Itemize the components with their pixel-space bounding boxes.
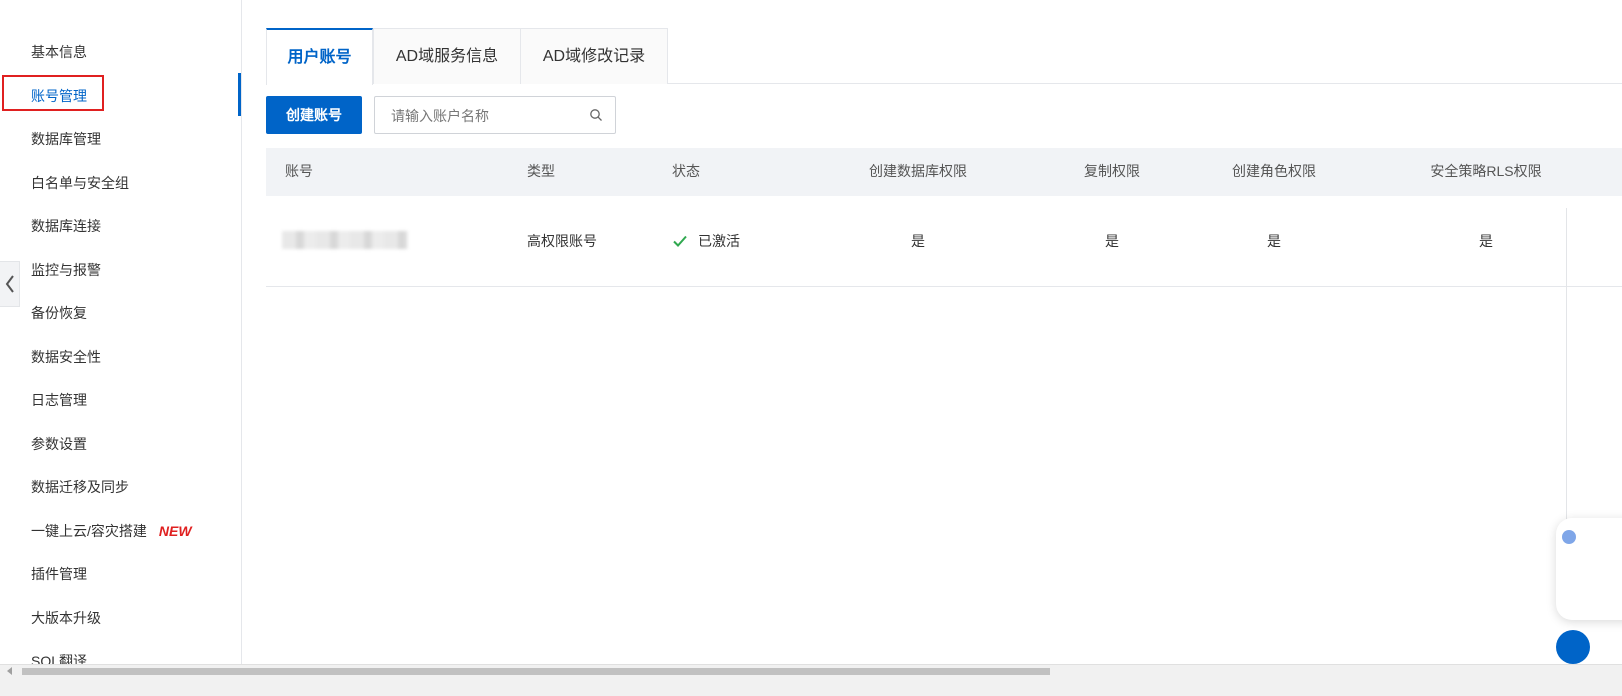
sidebar-item-parameter-settings[interactable]: 参数设置 [31,429,87,459]
tab-ad-domain-info[interactable]: AD域服务信息 [373,28,521,84]
sidebar-item-whitelist-security-group[interactable]: 白名单与安全组 [31,168,129,198]
help-button[interactable] [1556,630,1590,664]
sidebar-item-monitoring-alerts[interactable]: 监控与报警 [31,255,101,285]
horizontal-scroll-thumb[interactable] [22,668,1050,675]
new-badge: NEW [158,523,192,539]
sidebar: 基本信息 账号管理 数据库管理 白名单与安全组 数据库连接 监控与报警 备份恢复… [0,0,242,664]
status-text: 已激活 [698,233,740,249]
tab-bar: 用户账号 AD域服务信息 AD域修改记录 [266,28,1622,85]
chevron-left-icon [5,275,14,293]
cell-type: 高权限账号 [527,233,597,249]
sidebar-item-data-security[interactable]: 数据安全性 [31,342,101,372]
table-row: 高权限账号 已激活 是 是 是 是 [266,196,1622,287]
table-header: 账号 类型 状态 创建数据库权限 复制权限 创建角色权限 安全策略RLS权限 [266,148,1622,196]
sidebar-item-major-version-upgrade[interactable]: 大版本升级 [31,603,101,633]
column-header-rls-permission: 安全策略RLS权限 [1430,163,1542,179]
sidebar-item-database-management[interactable]: 数据库管理 [31,124,101,154]
cell-create-role-permission: 是 [1267,233,1281,249]
column-header-account: 账号 [285,163,313,179]
tab-user-accounts[interactable]: 用户账号 [266,28,373,85]
create-account-button[interactable]: 创建账号 [266,96,362,134]
search-icon[interactable] [589,108,603,122]
cell-create-db-permission: 是 [911,233,925,249]
active-item-indicator [238,73,241,116]
column-header-status: 状态 [672,163,700,179]
horizontal-scrollbar[interactable] [0,664,1622,696]
assistant-icon[interactable] [1562,530,1576,544]
column-header-type: 类型 [527,163,555,179]
sidebar-item-label: 一键上云/容灾搭建 [31,523,147,539]
column-header-create-role-permission: 创建角色权限 [1232,163,1316,179]
sidebar-item-basic-info[interactable]: 基本信息 [31,37,87,67]
sidebar-collapse-button[interactable] [0,261,20,307]
sidebar-item-sql-translation[interactable]: SQL翻译 [31,646,87,664]
sidebar-item-plugin-management[interactable]: 插件管理 [31,559,87,589]
sidebar-item-data-migration-sync[interactable]: 数据迁移及同步 [31,472,129,502]
cell-replication-permission: 是 [1105,233,1119,249]
account-name-redacted [282,231,408,249]
sidebar-item-backup-restore[interactable]: 备份恢复 [31,298,87,328]
column-header-create-db-permission: 创建数据库权限 [869,163,967,179]
sidebar-item-cloud-migration-dr[interactable]: 一键上云/容灾搭建 NEW [31,516,192,546]
search-input[interactable] [389,105,583,127]
column-header-replication-permission: 复制权限 [1084,163,1140,179]
scroll-left-arrow-icon[interactable] [4,666,16,676]
check-icon [673,235,687,247]
page: 基本信息 账号管理 数据库管理 白名单与安全组 数据库连接 监控与报警 备份恢复… [0,0,1622,696]
search-box [374,96,616,134]
cell-status: 已激活 [672,196,740,286]
sidebar-item-database-connection[interactable]: 数据库连接 [31,211,101,241]
sidebar-item-log-management[interactable]: 日志管理 [31,385,87,415]
active-item-highlight [2,75,104,111]
tab-ad-domain-change-log[interactable]: AD域修改记录 [520,28,668,84]
cell-rls-permission: 是 [1479,233,1493,249]
